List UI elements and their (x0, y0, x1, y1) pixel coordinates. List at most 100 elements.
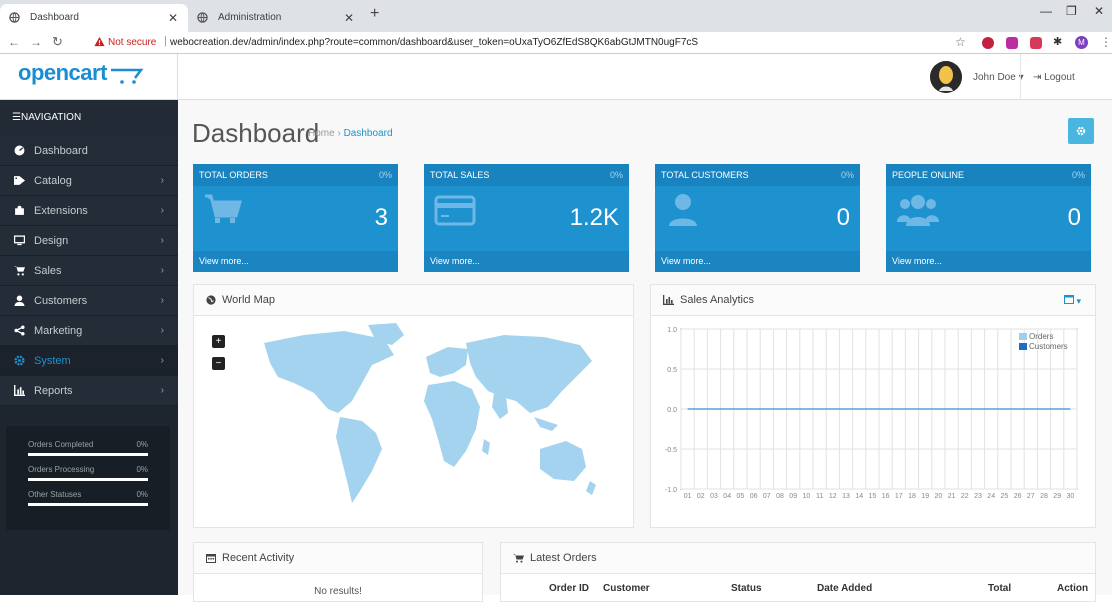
sidebar: ☰NAVIGATION Dashboard Catalog › Extensions ›… (0, 100, 178, 595)
sidebar-item-dashboard[interactable]: Dashboard (0, 136, 178, 166)
url-field[interactable]: webocreation.dev/admin/index.php?route=c… (170, 37, 698, 48)
tile-total-customers: TOTAL CUSTOMERS 0% 0 View more... (655, 164, 860, 272)
cart-logo-icon (111, 68, 144, 84)
extension-bookmark-icon[interactable] (1006, 37, 1018, 49)
view-more-link[interactable]: View more... (193, 251, 398, 272)
legend-label: Orders (1029, 332, 1053, 341)
new-tab-button[interactable]: + (370, 5, 379, 23)
breadcrumb-home[interactable]: Home (308, 128, 335, 139)
hamburger-icon: ☰ (12, 112, 21, 123)
user-icon (669, 194, 697, 226)
back-arrow-icon[interactable]: ← (8, 35, 20, 49)
close-window-button[interactable]: ✕ (1094, 4, 1104, 18)
x-tick-label: 06 (750, 493, 758, 500)
navigation-title: NAVIGATION (20, 112, 82, 123)
world-map[interactable] (244, 321, 604, 521)
y-tick-label: -0.5 (665, 447, 677, 454)
view-more-link[interactable]: View more... (886, 251, 1091, 272)
close-icon[interactable]: ✕ (344, 4, 354, 32)
logout-link[interactable]: ⇥ Logout (1033, 72, 1075, 83)
tab-title: Administration (218, 12, 282, 23)
tab-administration[interactable]: Administration ✕ (188, 4, 364, 32)
calendar-icon (206, 554, 216, 564)
order-stats: Orders Completed 0% Orders Processing 0% O… (6, 426, 170, 530)
sidebar-item-customers[interactable]: Customers › (0, 286, 178, 316)
sidebar-item-label: Design (34, 235, 69, 247)
breadcrumb-current[interactable]: Dashboard (344, 128, 393, 139)
chevron-right-icon: › (160, 355, 164, 366)
calendar-dropdown[interactable]: ▾ (1063, 294, 1081, 307)
stat-label: Orders Completed (28, 440, 94, 449)
app-header: opencart John Doe ▾ ⇥ Logout (0, 54, 1112, 100)
tile-value: 0 (1067, 204, 1081, 231)
x-tick-label: 23 (974, 493, 982, 500)
stat-orders-processing: Orders Processing 0% (18, 465, 158, 481)
x-tick-label: 16 (882, 493, 890, 500)
user-menu-toggle[interactable]: John Doe ▾ (973, 72, 1024, 83)
sidebar-item-marketing[interactable]: Marketing › (0, 316, 178, 346)
navigation-header[interactable]: ☰NAVIGATION (0, 100, 178, 136)
panel-title: Latest Orders (530, 552, 597, 564)
column-date-added: Date Added (817, 583, 873, 594)
world-map-panel: World Map + − (193, 284, 634, 528)
url-separator: | (164, 35, 167, 47)
sidebar-item-reports[interactable]: Reports › (0, 376, 178, 406)
sidebar-item-sales[interactable]: Sales › (0, 256, 178, 286)
zoom-out-button[interactable]: − (212, 357, 225, 370)
gear-icon (1076, 126, 1086, 136)
tile-title: TOTAL ORDERS (199, 170, 268, 180)
reload-icon[interactable]: ↻ (52, 34, 63, 50)
stat-other-statuses: Other Statuses 0% (18, 490, 158, 506)
stat-label: Other Statuses (28, 490, 82, 499)
y-tick-label: 1.0 (667, 327, 677, 334)
progress-bar (28, 478, 148, 481)
profile-avatar[interactable]: M (1075, 36, 1088, 49)
x-tick-label: 24 (987, 493, 995, 500)
extension-mail-icon[interactable] (1030, 37, 1042, 49)
bar-chart-icon (663, 295, 674, 306)
sidebar-item-system[interactable]: System › (0, 346, 178, 376)
maximize-button[interactable]: ❐ (1066, 4, 1077, 18)
sales-analytics-panel: Sales Analytics ▾ 1.0 0.5 0.0 -0.5 -1.0 01 02 0… (650, 284, 1096, 528)
column-order-id: Order ID (549, 583, 590, 594)
not-secure-label[interactable]: Not secure (108, 37, 156, 48)
x-tick-label: 20 (935, 493, 943, 500)
settings-button[interactable] (1068, 118, 1094, 144)
extensions-puzzle-icon[interactable]: ✱ (1053, 35, 1062, 48)
tile-people-online: PEOPLE ONLINE 0% 0 View more... (886, 164, 1091, 272)
opencart-logo[interactable]: opencart (18, 60, 107, 86)
x-tick-label: 29 (1053, 493, 1061, 500)
x-tick-label: 30 (1067, 493, 1075, 500)
puzzle-icon (15, 205, 24, 215)
globe-icon (206, 295, 216, 305)
close-icon[interactable]: ✕ (168, 4, 178, 32)
column-status: Status (731, 583, 762, 594)
x-tick-label: 28 (1040, 493, 1048, 500)
tile-title: PEOPLE ONLINE (892, 170, 965, 180)
sidebar-item-extensions[interactable]: Extensions › (0, 196, 178, 226)
stat-value: 0% (136, 440, 148, 449)
tile-value: 3 (374, 204, 388, 231)
sidebar-item-catalog[interactable]: Catalog › (0, 166, 178, 196)
menu-dots-icon[interactable]: ⋮ (1100, 35, 1112, 49)
tab-dashboard[interactable]: Dashboard ✕ (0, 4, 188, 32)
view-more-link[interactable]: View more... (655, 251, 860, 272)
zoom-in-button[interactable]: + (212, 335, 225, 348)
x-tick-label: 27 (1027, 493, 1035, 500)
sidebar-item-label: Dashboard (34, 145, 88, 157)
logout-label: Logout (1044, 72, 1075, 83)
sidebar-item-design[interactable]: Design › (0, 226, 178, 256)
tile-total-orders: TOTAL ORDERS 0% 3 View more... (193, 164, 398, 272)
view-more-link[interactable]: View more... (424, 251, 629, 272)
sign-out-icon: ⇥ (1033, 72, 1042, 83)
y-tick-label: 0.0 (667, 407, 677, 414)
star-icon[interactable]: ☆ (955, 35, 966, 49)
logo-area: opencart (0, 54, 178, 100)
user-icon (14, 295, 25, 306)
x-tick-label: 09 (789, 493, 797, 500)
forward-arrow-icon[interactable]: → (30, 35, 42, 49)
avatar[interactable] (930, 61, 962, 93)
sidebar-item-label: Extensions (34, 205, 88, 217)
minimize-button[interactable]: — (1040, 4, 1052, 18)
extension-shield-icon[interactable] (982, 37, 994, 49)
